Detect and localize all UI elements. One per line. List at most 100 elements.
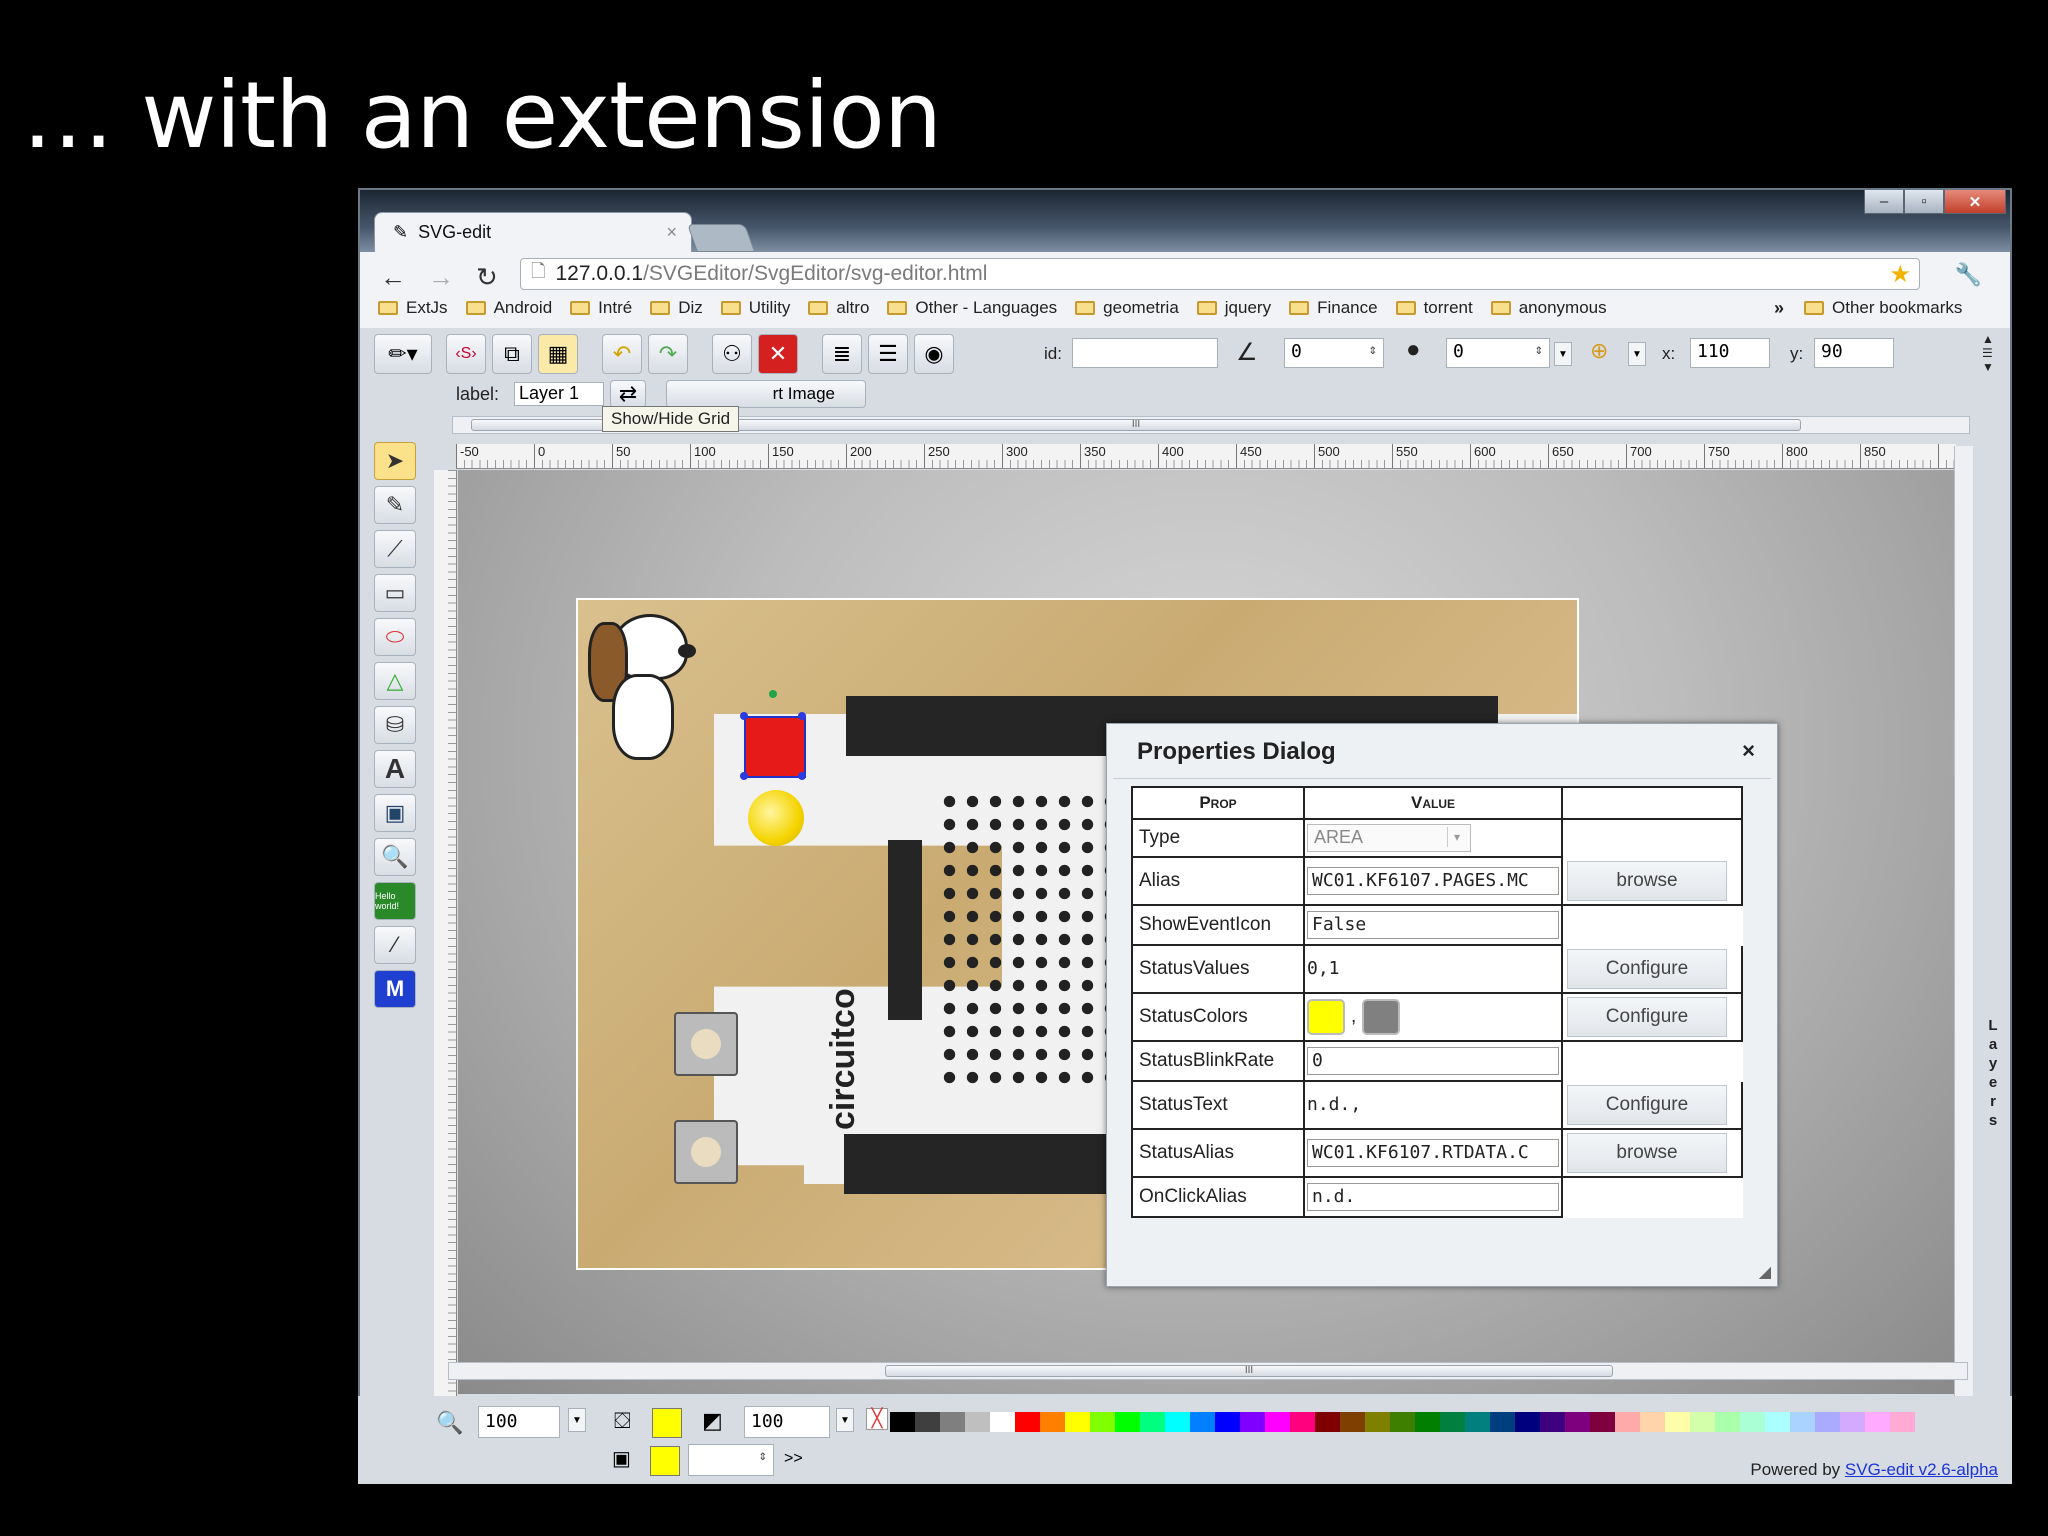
prop-value-input[interactable]: False xyxy=(1307,911,1559,939)
palette-swatch[interactable] xyxy=(1665,1412,1690,1432)
layer-icon[interactable]: ⇄ xyxy=(610,380,646,408)
x-input[interactable]: 110 xyxy=(1690,338,1770,368)
source-icon[interactable]: ‹S› xyxy=(446,334,486,374)
resize-handle[interactable] xyxy=(740,712,748,720)
palette-swatch[interactable] xyxy=(1290,1412,1315,1432)
fill-color-swatch[interactable] xyxy=(652,1408,682,1438)
move-top-icon[interactable]: ≣ xyxy=(822,334,862,374)
no-color-icon[interactable]: ╳ xyxy=(866,1408,888,1430)
palette-swatch[interactable] xyxy=(965,1412,990,1432)
canvas-hscroll[interactable]: III xyxy=(448,1362,1968,1380)
select-tool-icon[interactable]: ➤ xyxy=(374,442,416,480)
y-input[interactable]: 90 xyxy=(1814,338,1894,368)
reload-icon[interactable]: ↻ xyxy=(476,262,498,293)
grid-icon[interactable]: ▦ xyxy=(538,334,578,374)
wrench-icon[interactable]: 🔧 xyxy=(1955,262,1982,288)
palette-swatch[interactable] xyxy=(915,1412,940,1432)
bookmark-item[interactable]: Diz xyxy=(650,298,703,318)
bookmark-item[interactable]: Intré xyxy=(570,298,632,318)
palette-swatch[interactable] xyxy=(1565,1412,1590,1432)
browse-button[interactable]: browse xyxy=(1567,861,1727,901)
link-icon[interactable]: ◉ xyxy=(914,334,954,374)
new-tab-button[interactable] xyxy=(686,224,756,252)
palette-swatch[interactable] xyxy=(1615,1412,1640,1432)
resize-grip-icon[interactable]: ◢ xyxy=(1759,1262,1771,1282)
status-color-swatch[interactable] xyxy=(1362,999,1401,1035)
tab-close-icon[interactable]: × xyxy=(666,222,677,243)
spinner-icon[interactable]: ⇕ xyxy=(759,1448,767,1464)
zoom-tool-icon[interactable]: 🔍 xyxy=(374,838,416,876)
other-bookmarks[interactable]: Other bookmarks xyxy=(1804,298,1962,318)
spinner-icon[interactable]: ⇕ xyxy=(1535,342,1543,358)
palette-swatch[interactable] xyxy=(1715,1412,1740,1432)
layers-panel-tab[interactable]: Layers xyxy=(1974,446,2010,1398)
configure-button[interactable]: Configure xyxy=(1567,997,1727,1037)
palette-swatch[interactable] xyxy=(1115,1412,1140,1432)
back-icon[interactable]: ← xyxy=(380,262,406,293)
wireframe-icon[interactable]: ⧉ xyxy=(492,334,532,374)
palette-swatch[interactable] xyxy=(1340,1412,1365,1432)
selected-red-square[interactable] xyxy=(744,716,806,778)
bookmark-star-icon[interactable]: ★ xyxy=(1889,260,1911,289)
browse-button[interactable]: browse xyxy=(1567,1133,1727,1173)
maximize-icon[interactable]: ▫ xyxy=(1904,190,1944,214)
palette-swatch[interactable] xyxy=(1215,1412,1240,1432)
spinner-icon[interactable]: ⇕ xyxy=(1369,342,1377,358)
zoom-dropdown-icon[interactable]: ▼ xyxy=(568,1408,586,1432)
rotate-handle[interactable] xyxy=(769,690,777,698)
blur-input[interactable]: 0 ⇕ xyxy=(1446,338,1550,368)
main-menu-icon[interactable]: ✏▾ xyxy=(374,334,432,374)
resize-handle[interactable] xyxy=(798,712,806,720)
palette-swatch[interactable] xyxy=(1365,1412,1390,1432)
image-tool-icon[interactable]: ▣ xyxy=(374,794,416,832)
align-icon[interactable]: ⊕ xyxy=(1590,338,1608,364)
undo-icon[interactable]: ↶ xyxy=(602,334,642,374)
blur-dropdown-icon[interactable]: ▼ xyxy=(1554,342,1572,366)
prop-value-input[interactable]: n.d. xyxy=(1307,1183,1559,1211)
palette-swatch[interactable] xyxy=(1765,1412,1790,1432)
palette-swatch[interactable] xyxy=(1140,1412,1165,1432)
palette-swatch[interactable] xyxy=(1465,1412,1490,1432)
shapelib-tool-icon[interactable]: ⛁ xyxy=(374,706,416,744)
toolbar-scroll-icon[interactable]: ▲ ☰ ▼ xyxy=(1982,332,1994,374)
redo-icon[interactable]: ↷ xyxy=(648,334,688,374)
pencil-tool-icon[interactable]: ✎ xyxy=(374,486,416,524)
palette-swatch[interactable] xyxy=(1815,1412,1840,1432)
m-tool-icon[interactable]: M xyxy=(374,970,416,1008)
prop-value-input[interactable]: 0 xyxy=(1307,1047,1559,1075)
palette-swatch[interactable] xyxy=(1440,1412,1465,1432)
configure-button[interactable]: Configure xyxy=(1567,949,1727,989)
bookmark-item[interactable]: anonymous xyxy=(1490,298,1607,318)
address-bar[interactable]: 🗋 127.0.0.1/SVGEditor/SvgEditor/svg-edit… xyxy=(520,258,1920,290)
bookmark-item[interactable]: Other - Languages xyxy=(887,298,1057,318)
minimize-icon[interactable]: – xyxy=(1864,190,1904,214)
palette-swatch[interactable] xyxy=(1240,1412,1265,1432)
opacity-dropdown-icon[interactable]: ▼ xyxy=(836,1408,854,1432)
stroke-color-swatch[interactable] xyxy=(650,1446,680,1476)
palette-swatch[interactable] xyxy=(990,1412,1015,1432)
delete-icon[interactable]: ✕ xyxy=(758,334,798,374)
clone-icon[interactable]: ⚇ xyxy=(712,334,752,374)
palette-swatch[interactable] xyxy=(1015,1412,1040,1432)
rect-tool-icon[interactable]: ▭ xyxy=(374,574,416,612)
close-window-icon[interactable]: ✕ xyxy=(1944,190,2006,214)
prop-value-input[interactable]: WC01.KF6107.RTDATA.C xyxy=(1307,1139,1559,1167)
ellipse-tool-icon[interactable]: ⬭ xyxy=(374,618,416,656)
angle-input[interactable]: 0 ⇕ xyxy=(1284,338,1384,368)
status-color-swatch[interactable] xyxy=(1307,999,1345,1035)
palette-swatch[interactable] xyxy=(1265,1412,1290,1432)
palette-swatch[interactable] xyxy=(1590,1412,1615,1432)
palette-swatch[interactable] xyxy=(1790,1412,1815,1432)
bookmark-item[interactable]: Android xyxy=(465,298,552,318)
line-tool-icon[interactable]: ⟋ xyxy=(374,530,416,568)
palette-swatch[interactable] xyxy=(1065,1412,1090,1432)
svg-edit-link[interactable]: SVG-edit v2.6-alpha xyxy=(1845,1460,1998,1479)
text-tool-icon[interactable]: A xyxy=(374,750,416,788)
bookmark-item[interactable]: torrent xyxy=(1395,298,1473,318)
bookmark-item[interactable]: Utility xyxy=(720,298,790,318)
more-options[interactable]: >> xyxy=(784,1450,803,1468)
bookmark-item[interactable]: altro xyxy=(808,298,869,318)
hello-world-tool-icon[interactable]: Hello world! xyxy=(374,882,416,920)
resize-handle[interactable] xyxy=(798,772,806,780)
scroll-thumb[interactable]: III xyxy=(885,1365,1613,1377)
